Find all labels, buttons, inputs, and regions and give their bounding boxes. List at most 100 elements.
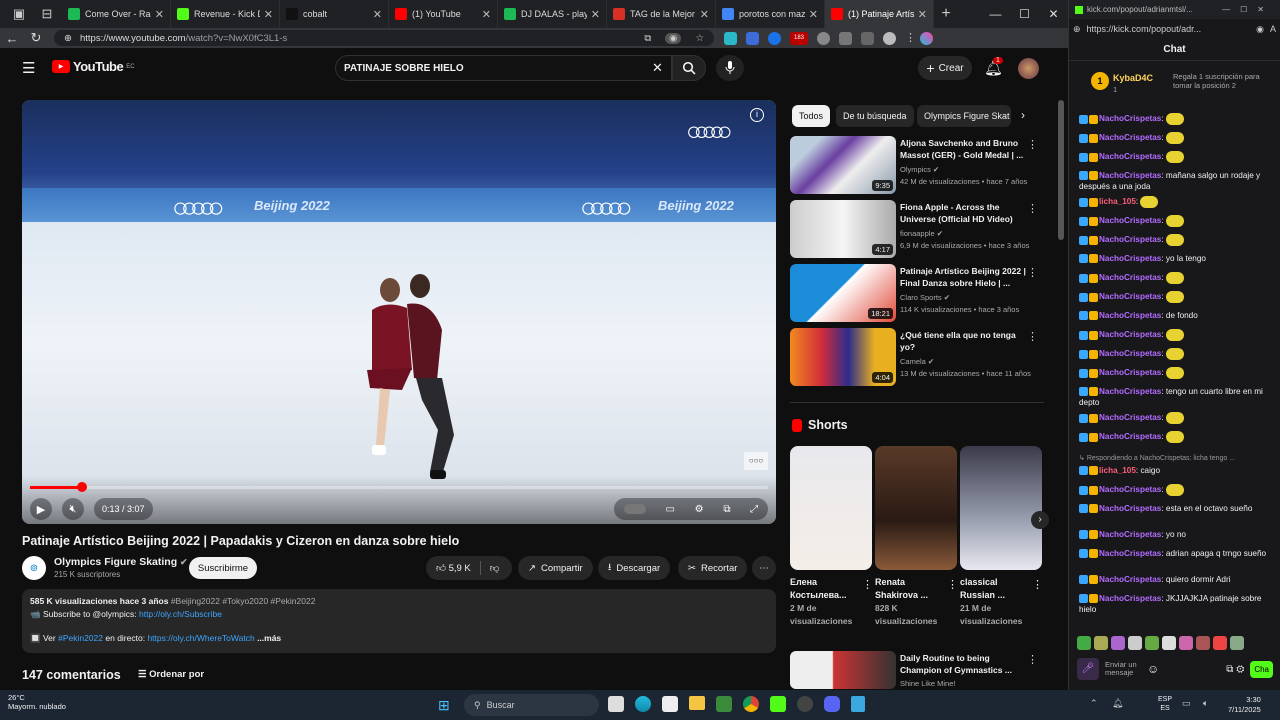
tab-close-icon[interactable]: ✕ xyxy=(918,8,927,21)
channel-name[interactable]: Olympics Figure Skating xyxy=(54,556,177,568)
notifications-button[interactable]: 🔔︎ 1 xyxy=(984,57,1003,77)
chat-message[interactable]: NachoCrispetas: tengo un cuarto libre en… xyxy=(1079,386,1271,408)
chip-next-arrow-icon[interactable]: › xyxy=(1021,108,1025,122)
puzzle-icon[interactable] xyxy=(861,31,874,45)
chat-window-controls[interactable]: —☐✕ xyxy=(1222,5,1274,14)
chat-send-button[interactable]: Cha xyxy=(1250,660,1273,678)
chat-username[interactable]: NachoCrispetas xyxy=(1099,235,1161,244)
dislike-button[interactable]: 👎︎ xyxy=(490,562,500,574)
chat-settings-icons[interactable]: ⧉ ⚙ xyxy=(1226,664,1244,675)
chat-username[interactable]: licha_105 xyxy=(1099,197,1136,206)
windows-start-icon[interactable]: ⊞ xyxy=(438,697,450,714)
weather-widget[interactable]: 26°C Mayorm. nublado xyxy=(8,693,66,711)
extension-badge-icon[interactable]: 183 xyxy=(790,31,808,45)
browser-tab[interactable]: (1) Patinaje Artístico ✕ xyxy=(825,0,934,28)
rec-menu-icon[interactable]: ⋮ xyxy=(1027,266,1038,279)
chat-username[interactable]: NachoCrispetas xyxy=(1099,273,1161,282)
miniplayer-icon[interactable]: ⧉ xyxy=(723,504,730,515)
app-icon[interactable] xyxy=(716,696,732,712)
tab-actions-icon[interactable]: ⊟ xyxy=(38,5,56,23)
rec-menu-icon[interactable]: ⋮ xyxy=(1027,330,1038,343)
tab-close-icon[interactable]: ✕ xyxy=(482,8,491,21)
emote-icon[interactable] xyxy=(1094,636,1108,650)
browser-tab[interactable]: DJ DALAS - playlist b ✕ xyxy=(498,0,607,28)
chat-message[interactable]: licha_105: xyxy=(1079,196,1271,208)
network-volume-icons[interactable]: ▭ 🔈︎ xyxy=(1182,698,1213,709)
extension-icon[interactable] xyxy=(724,31,737,45)
browser-tab[interactable]: cobalt ✕ xyxy=(280,0,389,28)
desc-hashtag[interactable]: #Pekin2022 xyxy=(58,633,103,643)
emote-icon[interactable] xyxy=(1230,636,1244,650)
more-actions-button[interactable]: ⋯ xyxy=(752,556,776,580)
channel-avatar[interactable]: ⊚ xyxy=(22,556,46,580)
tab-close-icon[interactable]: ✕ xyxy=(809,8,818,21)
menu-dots-icon[interactable]: ⋮ xyxy=(905,32,916,45)
hashtags[interactable]: #Beijing2022 #Tokyo2020 #Pekin2022 xyxy=(171,596,316,606)
chat-username[interactable]: licha_105 xyxy=(1099,466,1136,475)
emote-icon[interactable] xyxy=(1213,636,1227,650)
chat-username[interactable]: NachoCrispetas xyxy=(1099,504,1161,513)
chat-username[interactable]: NachoCrispetas xyxy=(1099,292,1161,301)
url-field[interactable]: ⊕ https://www.youtube.com/watch?v=NwX0fC… xyxy=(54,30,714,46)
new-tab-button[interactable]: + xyxy=(934,5,958,23)
store-icon[interactable] xyxy=(662,696,678,712)
browser-tab[interactable]: (1) YouTube ✕ xyxy=(389,0,498,28)
short-item-text[interactable]: Елена Костылева... 2 M de visualizaciones xyxy=(790,576,862,628)
settings-gear-icon[interactable]: ⚙ xyxy=(695,504,704,515)
emote-icon[interactable] xyxy=(1162,636,1176,650)
like-button[interactable]: 👍︎ 5,9 K xyxy=(436,562,471,574)
browser-tab[interactable]: porotos con mazamo ✕ xyxy=(716,0,825,28)
chat-message[interactable]: NachoCrispetas: xyxy=(1079,348,1271,360)
taskbar-search[interactable]: ⚲ Buscar xyxy=(464,694,599,716)
chat-username[interactable]: NachoCrispetas xyxy=(1099,171,1161,180)
create-button[interactable]: + Crear xyxy=(918,56,972,80)
short-menu-icon[interactable]: ⋮ xyxy=(862,578,873,591)
fullscreen-icon[interactable]: ⤢ xyxy=(750,504,758,515)
recommendation-item[interactable]: 9:35 Aljona Savchenko and Bruno Massot (G… xyxy=(790,136,1040,194)
share-button[interactable]: ↗ Compartir xyxy=(518,556,593,580)
chat-username[interactable]: NachoCrispetas xyxy=(1099,133,1161,142)
chat-message[interactable]: NachoCrispetas: xyxy=(1079,132,1271,144)
voice-search-button[interactable] xyxy=(716,55,744,81)
tracking-off-icon[interactable]: ◉ xyxy=(1256,24,1264,35)
emote-icon[interactable] xyxy=(1179,636,1193,650)
show-more-button[interactable]: ...más xyxy=(257,633,281,643)
app-icon[interactable] xyxy=(797,696,813,712)
search-button[interactable] xyxy=(672,55,706,81)
chat-username[interactable]: NachoCrispetas xyxy=(1099,368,1161,377)
reload-button[interactable]: ↻ xyxy=(24,30,48,46)
install-app-icon[interactable]: ⧉ xyxy=(644,33,651,44)
browser-tab[interactable]: Revenue - Kick Dashb ✕ xyxy=(171,0,280,28)
chip-todos[interactable]: Todos xyxy=(792,105,831,127)
chat-username[interactable]: NachoCrispetas xyxy=(1099,485,1161,494)
chrome-icon[interactable] xyxy=(743,696,759,712)
chat-message[interactable]: NachoCrispetas: mañana salgo un rodaje y… xyxy=(1079,170,1271,192)
discord-icon[interactable] xyxy=(824,696,840,712)
chat-message[interactable]: NachoCrispetas: yo la tengo xyxy=(1079,253,1271,264)
chat-username[interactable]: NachoCrispetas xyxy=(1099,311,1161,320)
chat-input[interactable]: Enviar un mensaje xyxy=(1105,661,1141,677)
subscribe-button[interactable]: Suscribirme xyxy=(189,557,257,579)
short-menu-icon[interactable]: ⋮ xyxy=(947,578,958,591)
chat-username[interactable]: NachoCrispetas xyxy=(1099,114,1161,123)
bookmark-star-icon[interactable]: ☆ xyxy=(695,33,704,44)
recommendation-item[interactable]: 4:17 Fiona Apple - Across the Universe (O… xyxy=(790,200,1040,258)
short-thumbnail[interactable] xyxy=(960,446,1042,570)
chat-message[interactable]: NachoCrispetas: quiero dormir Adri xyxy=(1079,574,1271,585)
account-avatar[interactable] xyxy=(1018,58,1039,79)
shorts-next-button[interactable]: › xyxy=(1031,511,1049,529)
chat-message[interactable]: NachoCrispetas: xyxy=(1079,151,1271,163)
tray-icons[interactable]: ⌃ 🔔︎ xyxy=(1090,698,1129,709)
autoplay-toggle[interactable] xyxy=(623,504,646,514)
chat-message[interactable]: NachoCrispetas: xyxy=(1079,431,1271,443)
rec-menu-icon[interactable]: ⋮ xyxy=(1027,653,1038,666)
recommendation-item[interactable]: Daily Routine to being Champion of Gymna… xyxy=(790,651,1040,691)
emote-icon[interactable] xyxy=(1111,636,1125,650)
chat-username[interactable]: NachoCrispetas xyxy=(1099,413,1161,422)
chat-username[interactable]: NachoCrispetas xyxy=(1099,549,1161,558)
language-indicator[interactable]: ESP ES xyxy=(1158,695,1172,713)
chat-username[interactable]: NachoCrispetas xyxy=(1099,387,1161,396)
download-button[interactable]: ⭳ Descargar xyxy=(598,556,671,580)
maximize-button[interactable]: ☐ xyxy=(1010,7,1039,21)
minimize-button[interactable]: — xyxy=(981,7,1010,21)
